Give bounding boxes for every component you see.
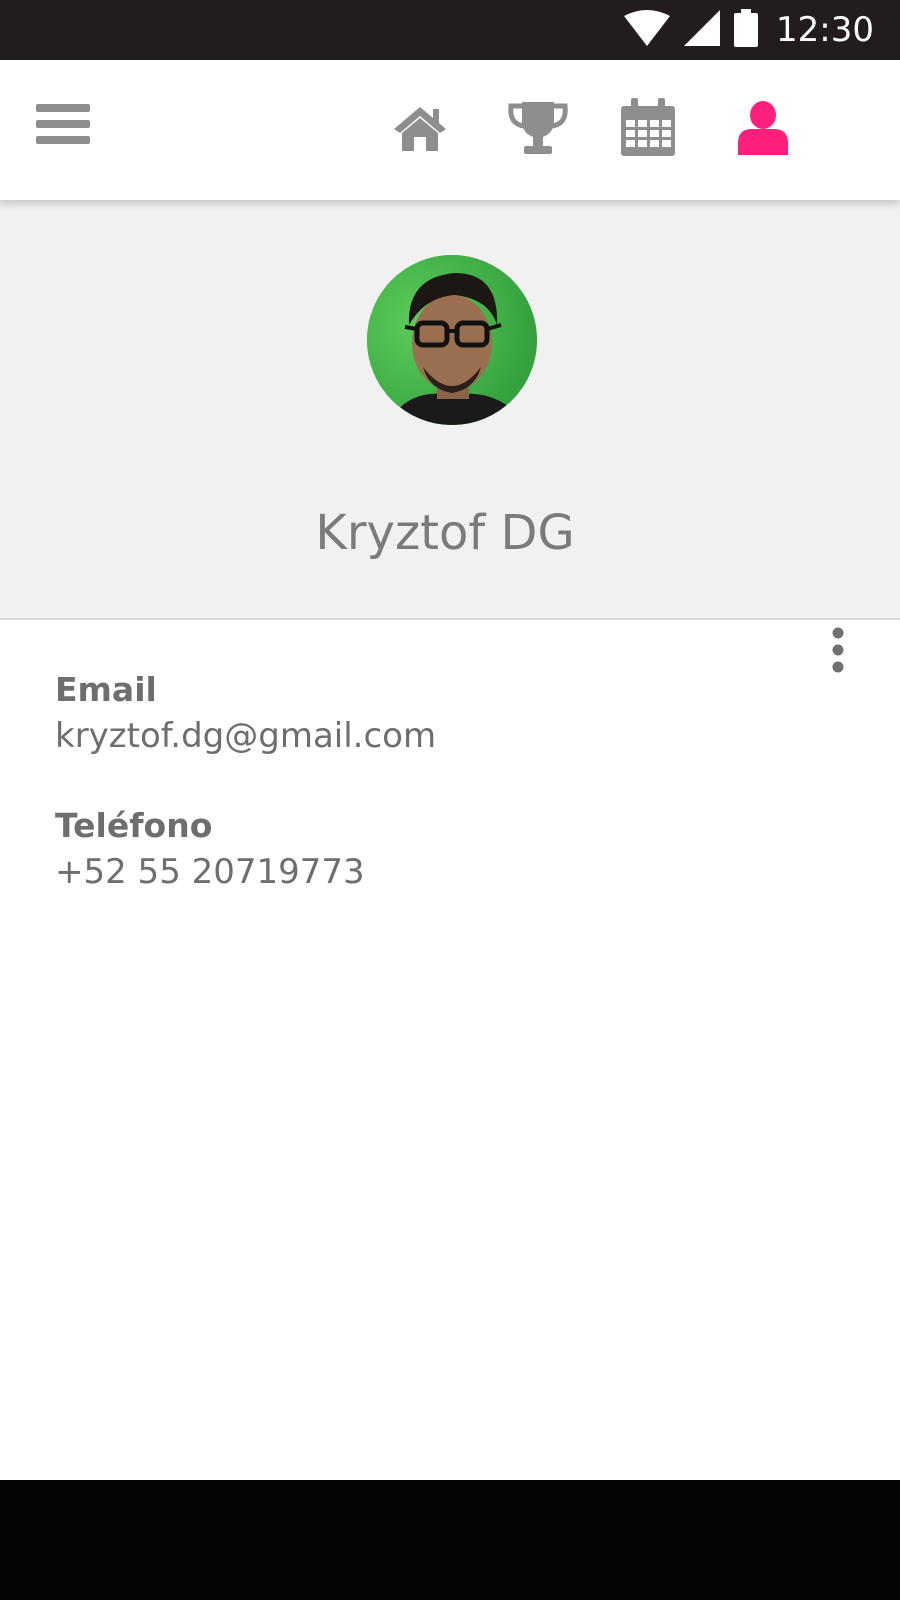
more-options-button[interactable] [826, 626, 868, 686]
calendar-icon [619, 97, 677, 163]
menu-button[interactable] [36, 100, 100, 160]
avatar[interactable] [367, 255, 537, 425]
home-icon [392, 103, 448, 158]
nav-home-button[interactable] [382, 94, 458, 166]
more-vert-icon [826, 627, 850, 678]
status-bar: 12:30 [0, 0, 900, 60]
profile-details: Email kryztof.dg@gmail.com Teléfono +52 … [0, 620, 900, 1480]
profile-name: Kryztof DG [315, 505, 575, 561]
trophy-icon [508, 100, 568, 161]
hamburger-menu-icon [36, 104, 90, 152]
email-value[interactable]: kryztof.dg@gmail.com [55, 716, 436, 756]
nav-profile-button[interactable] [725, 94, 801, 166]
nav-trophy-button[interactable] [500, 94, 576, 166]
phone-label: Teléfono [55, 806, 213, 845]
battery-icon [734, 8, 759, 52]
status-time: 12:30 [776, 10, 874, 50]
system-navigation-bar [0, 1480, 900, 1600]
phone-value[interactable]: +52 55 20719773 [55, 852, 365, 892]
nav-calendar-button[interactable] [610, 94, 686, 166]
app-bar [0, 60, 900, 200]
cell-signal-icon [684, 9, 721, 51]
wifi-icon [624, 9, 671, 51]
status-icons: 12:30 [624, 0, 874, 60]
profile-icon [738, 100, 788, 160]
profile-header: Kryztof DG [0, 200, 900, 620]
email-label: Email [55, 670, 157, 709]
